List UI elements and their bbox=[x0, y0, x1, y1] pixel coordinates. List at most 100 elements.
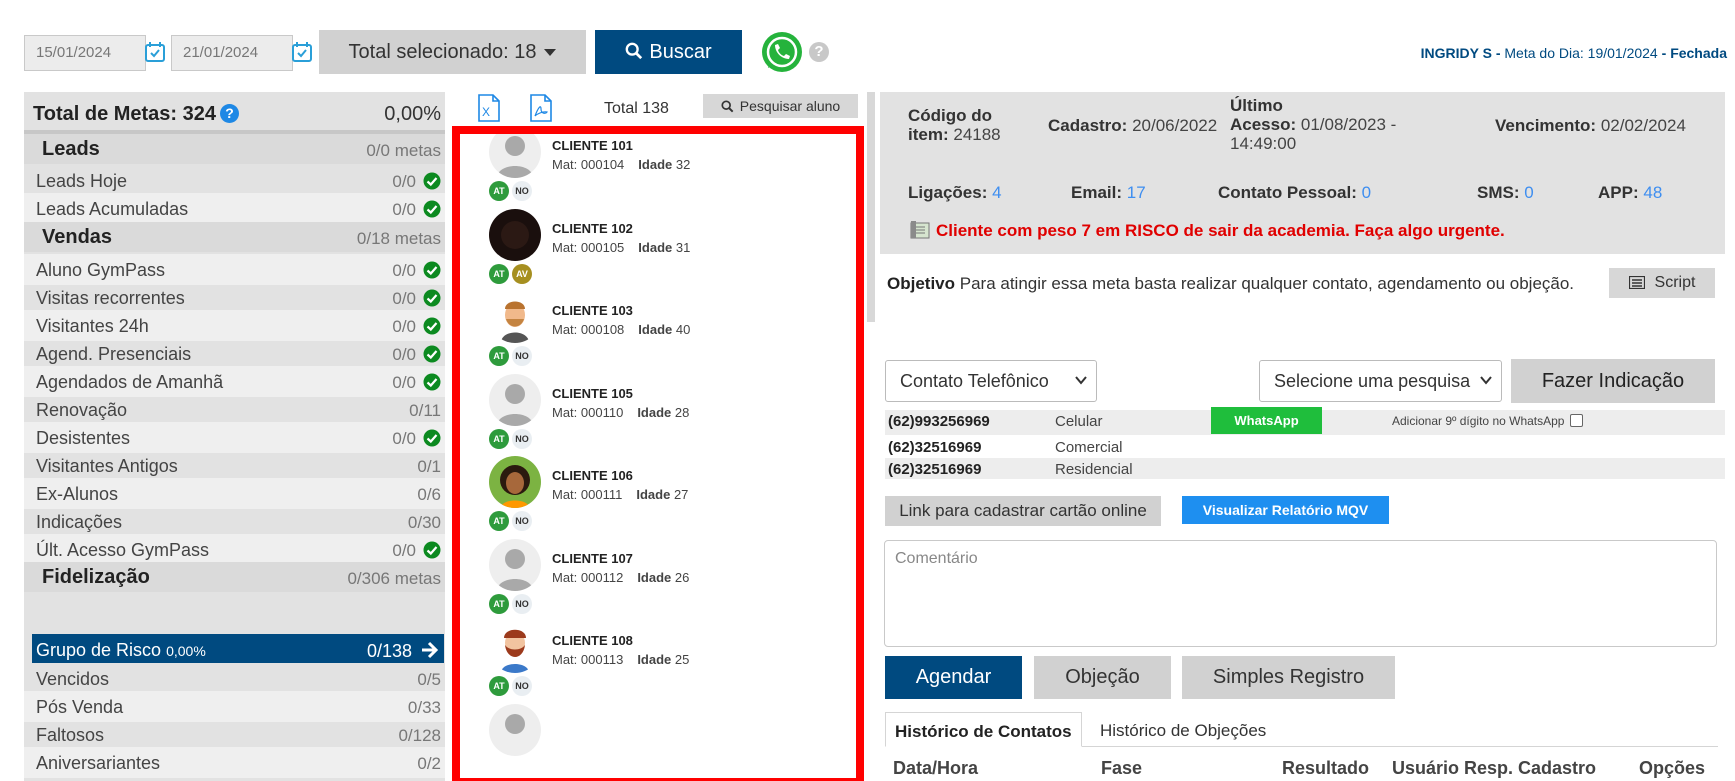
meta-item-visitantes-antigos[interactable]: Visitantes Antigos 0/1 bbox=[24, 450, 445, 481]
meta-value: 0/138 bbox=[366, 641, 412, 661]
meta-item-visitas-recorrentes[interactable]: Visitas recorrentes 0/0 bbox=[24, 282, 445, 313]
meta-item-renova-o[interactable]: Renovação 0/11 bbox=[24, 394, 445, 425]
client-list-item[interactable]: AT NO CLIENTE 107 Mat: 000112 Idade 26 bbox=[460, 539, 856, 629]
meta-item-agend-presenciais[interactable]: Agend. Presenciais 0/0 bbox=[24, 338, 445, 369]
status-badges: AT NO bbox=[489, 676, 535, 696]
phone-number[interactable]: (62)993256969 bbox=[888, 413, 990, 430]
buscar-button[interactable]: Buscar bbox=[595, 30, 742, 74]
calendar-icon[interactable] bbox=[290, 40, 314, 64]
date-end-input[interactable]: 21/01/2024 bbox=[171, 35, 293, 71]
meta-item-ex-alunos[interactable]: Ex-Alunos 0/6 bbox=[24, 478, 445, 509]
client-name[interactable]: CLIENTE 105 bbox=[552, 386, 633, 401]
fazer-indicacao-button[interactable]: Fazer Indicação bbox=[1511, 359, 1715, 403]
phone-type: Celular bbox=[1055, 413, 1103, 430]
pesquisa-select[interactable]: Selecione uma pesquisa bbox=[1259, 360, 1502, 402]
client-mat: Mat: 000108 bbox=[552, 322, 625, 337]
search-client-button[interactable]: Pesquisar aluno bbox=[703, 94, 858, 118]
client-name[interactable]: CLIENTE 103 bbox=[552, 303, 633, 318]
ninth-digit-checkbox[interactable] bbox=[1570, 414, 1584, 427]
help-icon[interactable]: ? bbox=[809, 42, 829, 62]
script-button[interactable]: Script bbox=[1609, 268, 1715, 298]
column-header-opcoes[interactable]: Opções bbox=[1639, 758, 1705, 779]
meta-item--lt-acesso-gympass[interactable]: Últ. Acesso GymPass 0/0 bbox=[24, 534, 445, 565]
column-header-resultado[interactable]: Resultado bbox=[1282, 758, 1369, 779]
agendar-button[interactable]: Agendar bbox=[885, 656, 1022, 699]
check-circle-icon bbox=[423, 373, 441, 391]
meta-item-indica-es[interactable]: Indicações 0/30 bbox=[24, 506, 445, 537]
meta-item-p-s-venda[interactable]: Pós Venda 0/33 bbox=[24, 691, 445, 722]
email-value[interactable]: 17 bbox=[1127, 183, 1146, 202]
help-circle-icon[interactable]: ? bbox=[220, 104, 240, 123]
meta-label: Visitas recorrentes bbox=[36, 288, 185, 308]
tab-historico-objecoes[interactable]: Histórico de Objeções bbox=[1091, 712, 1275, 747]
meta-item-aluno-gympass[interactable]: Aluno GymPass 0/0 bbox=[24, 254, 445, 285]
client-list-item[interactable]: AT NO CLIENTE 105 Mat: 000110 Idade 28 bbox=[460, 374, 856, 464]
check-circle-icon bbox=[423, 345, 441, 363]
whatsapp-icon[interactable] bbox=[760, 30, 804, 74]
meta-value: 0/0 metas bbox=[366, 141, 441, 160]
client-list-item[interactable]: AT NO CLIENTE 108 Mat: 000113 Idade 25 bbox=[460, 621, 856, 711]
check-circle-icon bbox=[423, 289, 441, 307]
client-list-item[interactable]: AT NO CLIENTE 106 Mat: 000111 Idade 27 bbox=[460, 456, 856, 546]
client-list-item[interactable]: AT NO CLIENTE 103 Mat: 000108 Idade 40 bbox=[460, 291, 856, 381]
meta-item-visitantes-24h[interactable]: Visitantes 24h 0/0 bbox=[24, 310, 445, 341]
app-value[interactable]: 48 bbox=[1643, 183, 1662, 202]
relatorio-mqv-button[interactable]: Visualizar Relatório MQV bbox=[1182, 496, 1389, 524]
client-list-item[interactable]: AT AV CLIENTE 102 Mat: 000105 Idade 31 bbox=[460, 209, 856, 299]
meta-item-vencidos[interactable]: Vencidos 0/5 bbox=[24, 663, 445, 694]
column-header-usuario[interactable]: Usuário Resp. Cadastro bbox=[1392, 758, 1596, 779]
add-ninth-digit: Adicionar 9º dígito no WhatsApp bbox=[1392, 414, 1584, 428]
client-name[interactable]: CLIENTE 101 bbox=[552, 138, 633, 153]
column-header-fase[interactable]: Fase bbox=[1101, 758, 1142, 779]
client-details: Mat: 000108 Idade 40 bbox=[552, 322, 690, 337]
list-icon bbox=[1628, 275, 1645, 290]
client-name[interactable]: CLIENTE 102 bbox=[552, 221, 633, 236]
comment-textarea[interactable]: Comentário bbox=[884, 540, 1717, 647]
contact-type-select[interactable]: Contato Telefônico bbox=[885, 360, 1097, 402]
client-name[interactable]: CLIENTE 108 bbox=[552, 633, 633, 648]
client-age-label: Idade bbox=[637, 570, 672, 585]
ligacoes-value[interactable]: 4 bbox=[992, 183, 1001, 202]
meta-item-leads-hoje[interactable]: Leads Hoje 0/0 bbox=[24, 165, 445, 196]
client-details: Mat: 000105 Idade 31 bbox=[552, 240, 690, 255]
phone-number[interactable]: (62)32516969 bbox=[888, 461, 981, 478]
clients-total: Total 138 bbox=[604, 100, 669, 117]
column-header-data-hora[interactable]: Data/Hora bbox=[893, 758, 978, 779]
contato-value[interactable]: 0 bbox=[1362, 183, 1371, 202]
calendar-icon[interactable] bbox=[143, 40, 167, 64]
notepad-icon bbox=[910, 221, 930, 239]
scrollbar[interactable] bbox=[867, 92, 875, 322]
link-cartao-button[interactable]: Link para cadastrar cartão online bbox=[885, 496, 1161, 526]
meta-label: Leads bbox=[42, 138, 100, 160]
phone-number[interactable]: (62)32516969 bbox=[888, 439, 981, 456]
pdf-export-icon[interactable] bbox=[529, 94, 553, 122]
client-age-label: Idade bbox=[637, 405, 672, 420]
tab-historico-contatos[interactable]: Histórico de Contatos bbox=[885, 712, 1082, 747]
meta-item-leads-acumuladas[interactable]: Leads Acumuladas 0/0 bbox=[24, 193, 445, 224]
meta-item-agendados-de-amanh-[interactable]: Agendados de Amanhã 0/0 bbox=[24, 366, 445, 397]
meta-label: Ex-Alunos bbox=[36, 484, 119, 504]
meta-value: 0/0 bbox=[392, 261, 416, 280]
client-name[interactable]: CLIENTE 106 bbox=[552, 468, 633, 483]
simples-registro-button[interactable]: Simples Registro bbox=[1182, 656, 1395, 699]
meta-item-desistentes[interactable]: Desistentes 0/0 bbox=[24, 422, 445, 453]
status-badge: AT bbox=[489, 676, 509, 696]
date-start-input[interactable]: 15/01/2024 bbox=[24, 35, 146, 71]
objecao-button[interactable]: Objeção bbox=[1034, 656, 1171, 699]
whatsapp-button[interactable]: WhatsApp bbox=[1211, 407, 1322, 434]
arrow-right-icon bbox=[422, 641, 439, 659]
check-circle-icon bbox=[423, 429, 441, 447]
sms-value[interactable]: 0 bbox=[1524, 183, 1533, 202]
client-age: 32 bbox=[675, 157, 691, 172]
client-list-item[interactable]: AT NO CLIENTE 101 Mat: 000104 Idade 32 bbox=[460, 134, 856, 216]
meta-item-faltosos[interactable]: Faltosos 0/128 bbox=[24, 719, 445, 750]
meta-value: 0/0 bbox=[392, 373, 416, 392]
meta-item-grupo-de-risco[interactable]: Grupo de Risco 0,00% 0/138 bbox=[32, 634, 444, 663]
meta-item-aniversariantes[interactable]: Aniversariantes 0/2 bbox=[24, 747, 445, 778]
app-label: APP: bbox=[1598, 183, 1639, 202]
excel-export-icon[interactable]: X bbox=[477, 94, 501, 122]
client-name[interactable]: CLIENTE 107 bbox=[552, 551, 633, 566]
total-selected-dropdown[interactable]: Total selecionado: 18 bbox=[319, 30, 586, 74]
objetivo-label: Objetivo bbox=[887, 274, 956, 293]
meta-sub-percent: 0,00% bbox=[166, 643, 206, 659]
